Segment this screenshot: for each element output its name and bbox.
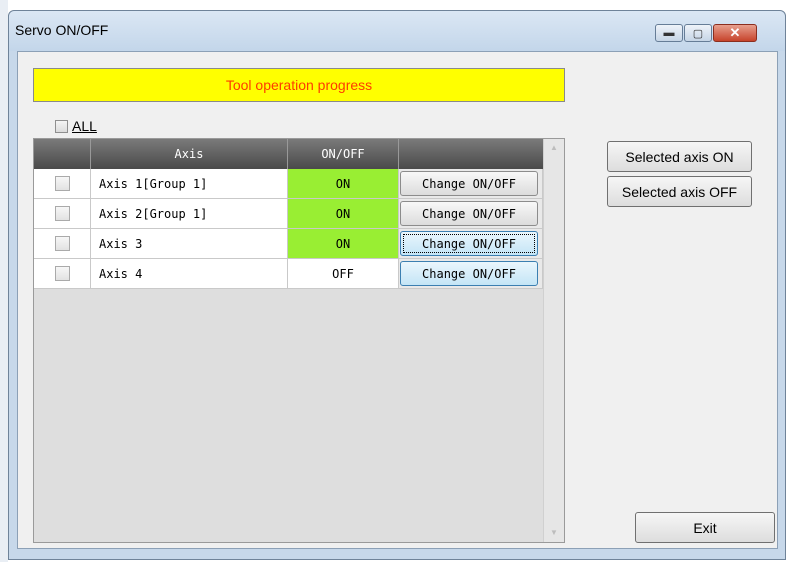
all-checkbox-label: ALL xyxy=(72,118,97,134)
header-check xyxy=(34,139,91,169)
maximize-icon: ▢ xyxy=(692,27,704,40)
close-icon: ✕ xyxy=(729,25,741,40)
minimize-button[interactable]: ▬ xyxy=(655,24,683,42)
change-on-off-button[interactable]: Change ON/OFF xyxy=(400,231,538,256)
table-row: Axis 3 ON Change ON/OFF xyxy=(34,229,543,259)
selected-axis-on-label: Selected axis ON xyxy=(625,148,734,165)
row-select-cell xyxy=(34,229,91,259)
row-checkbox[interactable] xyxy=(54,176,70,191)
header-on-off: ON/OFF xyxy=(288,139,399,169)
axis-name-cell: Axis 2[Group 1] xyxy=(91,199,288,229)
selected-axis-off-button[interactable]: Selected axis OFF xyxy=(607,176,752,207)
row-select-cell xyxy=(34,259,91,289)
row-checkbox[interactable] xyxy=(54,266,70,281)
header-axis: Axis xyxy=(91,139,288,169)
action-cell: Change ON/OFF xyxy=(399,169,543,199)
title-bar[interactable]: Servo ON/OFF ▬ ▢ ✕ xyxy=(9,11,785,51)
close-button[interactable]: ✕ xyxy=(713,24,757,42)
axis-name-cell: Axis 1[Group 1] xyxy=(91,169,288,199)
servo-state-cell: ON xyxy=(288,229,399,259)
row-checkbox[interactable] xyxy=(54,206,70,221)
window-title: Servo ON/OFF xyxy=(15,22,109,38)
dialog-client-area: Tool operation progress ALL Axis ON/OFF … xyxy=(17,51,778,549)
row-checkbox[interactable] xyxy=(54,236,70,251)
scroll-down-icon[interactable]: ▼ xyxy=(544,524,564,542)
servo-state-cell: ON xyxy=(288,199,399,229)
servo-window: Servo ON/OFF ▬ ▢ ✕ Tool operation progre… xyxy=(8,10,786,560)
action-cell: Change ON/OFF xyxy=(399,259,543,289)
vertical-scrollbar[interactable]: ▲ ▼ xyxy=(543,139,564,542)
exit-label: Exit xyxy=(693,519,717,536)
all-checkbox[interactable]: ALL xyxy=(55,118,97,134)
exit-button[interactable]: Exit xyxy=(635,512,775,543)
change-on-off-button[interactable]: Change ON/OFF xyxy=(400,261,538,286)
tool-progress-bar: Tool operation progress xyxy=(33,68,565,102)
grid-header: Axis ON/OFF xyxy=(34,139,543,169)
servo-state-cell: OFF xyxy=(288,259,399,289)
axis-name-cell: Axis 4 xyxy=(91,259,288,289)
scroll-up-icon[interactable]: ▲ xyxy=(544,139,564,157)
row-select-cell xyxy=(34,169,91,199)
table-row: Axis 1[Group 1] ON Change ON/OFF xyxy=(34,169,543,199)
background-strip xyxy=(0,0,8,562)
change-on-off-button[interactable]: Change ON/OFF xyxy=(400,171,538,196)
table-row: Axis 2[Group 1] ON Change ON/OFF xyxy=(34,199,543,229)
header-action xyxy=(399,139,543,169)
row-select-cell xyxy=(34,199,91,229)
action-cell: Change ON/OFF xyxy=(399,229,543,259)
all-checkbox-box[interactable] xyxy=(55,119,68,133)
table-row: Axis 4 OFF Change ON/OFF xyxy=(34,259,543,289)
axis-name-cell: Axis 3 xyxy=(91,229,288,259)
selected-axis-off-label: Selected axis OFF xyxy=(621,183,738,200)
maximize-button[interactable]: ▢ xyxy=(684,24,712,42)
servo-state-cell: ON xyxy=(288,169,399,199)
change-on-off-button[interactable]: Change ON/OFF xyxy=(400,201,538,226)
selected-axis-on-button[interactable]: Selected axis ON xyxy=(607,141,752,172)
minimize-icon: ▬ xyxy=(663,27,675,39)
axis-grid: Axis ON/OFF Axis 1[Group 1] ON Change ON… xyxy=(33,138,565,543)
action-cell: Change ON/OFF xyxy=(399,199,543,229)
